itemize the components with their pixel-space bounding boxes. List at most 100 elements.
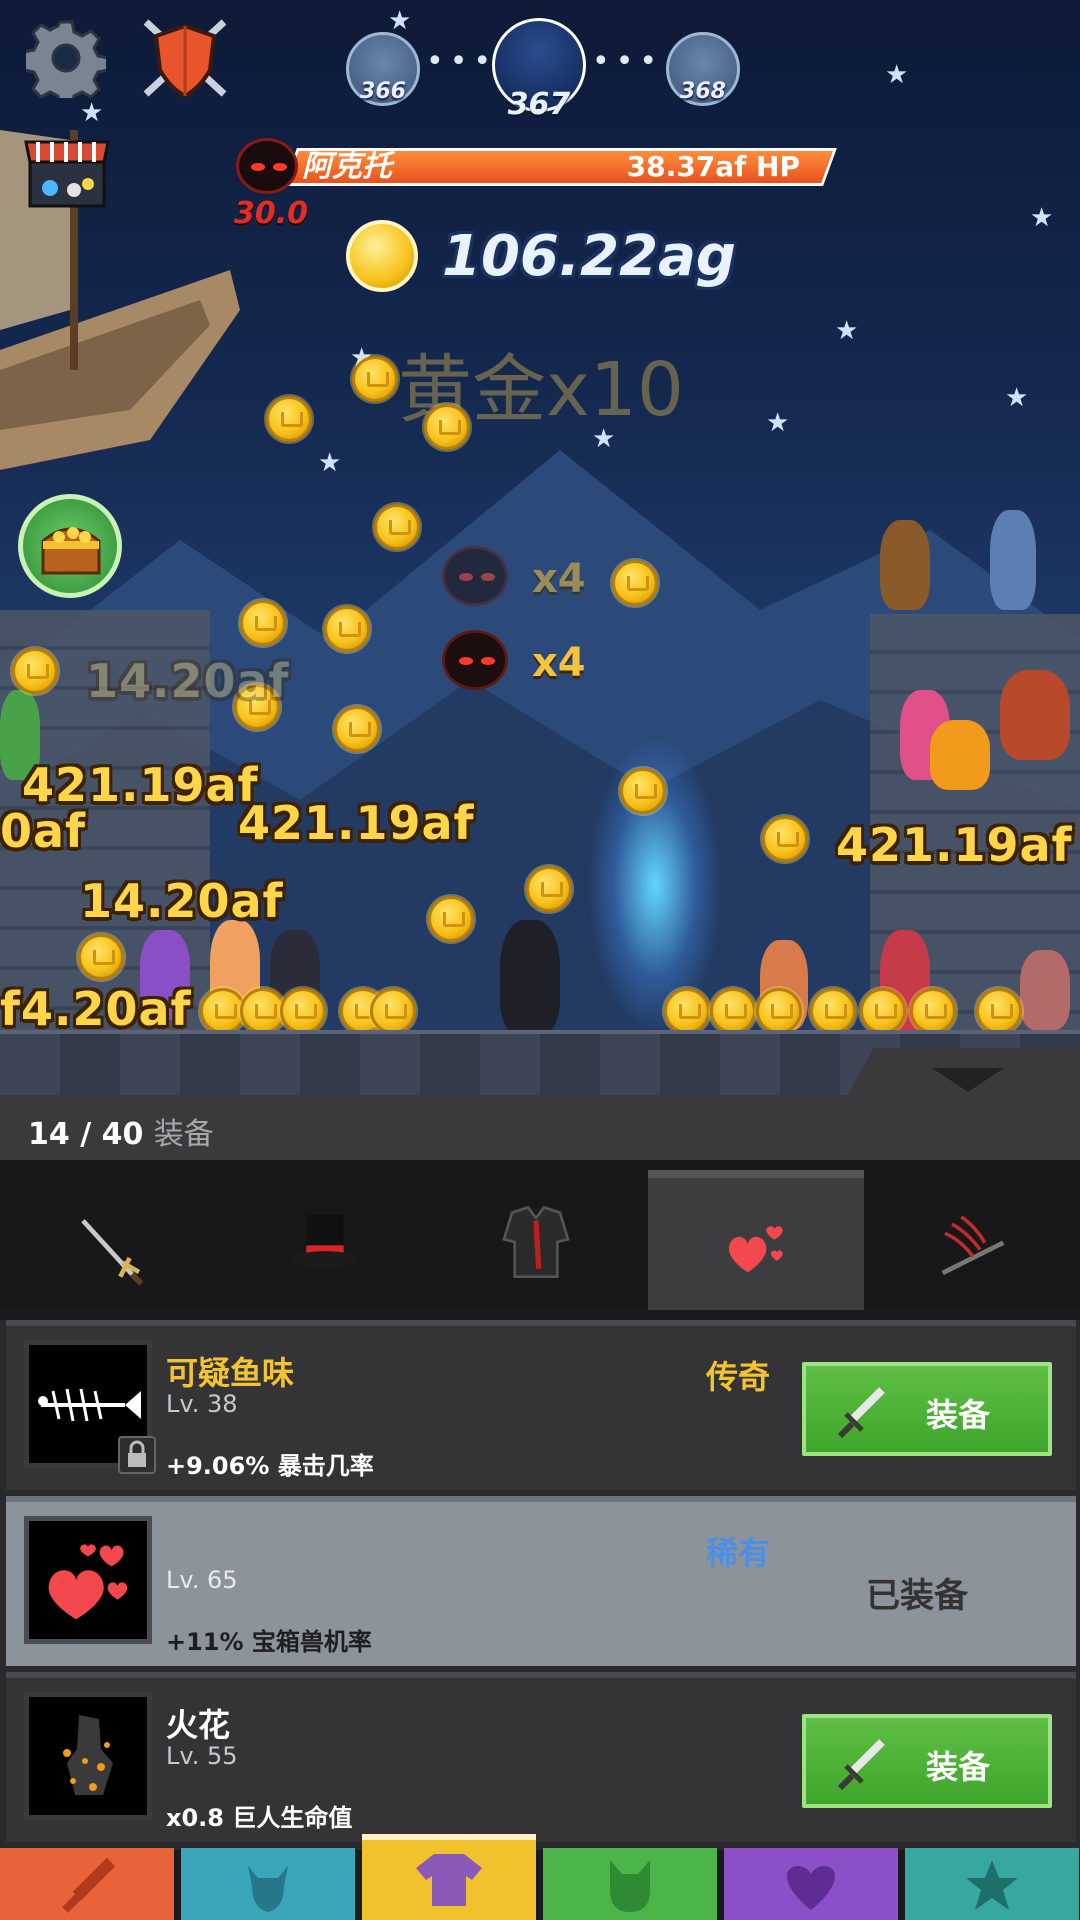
hat-icon xyxy=(292,1215,358,1268)
lock-icon xyxy=(118,1436,156,1474)
hearts-icon xyxy=(729,1226,783,1273)
stage-dots: ••• xyxy=(426,44,498,79)
gold-coin xyxy=(860,988,906,1034)
item-thumbnail xyxy=(24,1516,152,1644)
equip-button-label: 装备 xyxy=(926,1748,991,1786)
heart-wings-icon xyxy=(787,1865,835,1910)
hero xyxy=(1020,950,1070,1030)
sword-icon xyxy=(62,1857,116,1913)
equipment-row-equipped[interactable]: Lv. 65 +11% 宝箱兽机率 稀有 已装备 xyxy=(6,1496,1076,1666)
item-name: 可疑鱼味 xyxy=(166,1354,295,1392)
item-rarity: 传奇 xyxy=(706,1358,771,1396)
nav-sword[interactable] xyxy=(0,1848,174,1920)
knight-icon xyxy=(248,1866,288,1912)
hero xyxy=(990,510,1036,610)
tab-armor[interactable] xyxy=(432,1170,648,1310)
gold-coin xyxy=(370,988,416,1034)
hero xyxy=(1000,670,1070,760)
star-icon xyxy=(966,1860,1018,1910)
equipment-count: 14 / 40 装备 xyxy=(28,1109,214,1153)
armor-icon xyxy=(502,1205,570,1278)
stage-next[interactable]: 368 xyxy=(666,32,740,106)
gold-amount: 106.22ag xyxy=(442,224,736,289)
stage-dots: ••• xyxy=(592,44,664,79)
nav-equipment[interactable] xyxy=(362,1834,536,1920)
gold-coin xyxy=(762,816,808,862)
item-rarity: 稀有 xyxy=(706,1534,771,1572)
gold-coin xyxy=(612,560,658,606)
tab-hat[interactable] xyxy=(216,1170,432,1310)
sword-master xyxy=(500,920,560,1035)
gear-icon[interactable] xyxy=(26,18,106,98)
tab-hearts[interactable] xyxy=(648,1170,864,1310)
equipment-row[interactable]: 火花 Lv. 55 x0.8 巨人生命值 装备 xyxy=(6,1672,1076,1842)
demon-count: x4 xyxy=(532,640,586,686)
flame-blade-icon xyxy=(941,1215,1005,1276)
gold-coin xyxy=(428,896,474,942)
gold-coin xyxy=(78,934,124,980)
bottom-navigation xyxy=(0,1834,1080,1920)
gold-coin xyxy=(664,988,710,1034)
equipment-list[interactable]: 可疑鱼味 Lv. 38 +9.06% 暴击几率 传奇 装备 Lv. 65 +11… xyxy=(0,1320,1080,1850)
equipment-count-bar: 14 / 40 装备 xyxy=(0,1095,1080,1160)
item-thumbnail xyxy=(24,1692,152,1820)
damage-number: 0af xyxy=(0,804,87,858)
equip-button[interactable]: 装备 xyxy=(802,1714,1052,1808)
demon-counter-icon xyxy=(442,546,508,606)
damage-number: 421.19af xyxy=(238,796,475,850)
sword-icon xyxy=(837,1739,885,1791)
boss-name: 阿克托 xyxy=(302,149,392,184)
game-scene[interactable]: ★ ★ ★ ★ ★ ★ ★ ★ ★ ★ 366 ••• 367 ••• 368 xyxy=(0,0,1080,1095)
star: ★ xyxy=(835,316,859,346)
gold-coin xyxy=(352,356,398,402)
treasure-chest-button[interactable] xyxy=(18,494,122,598)
gold-coin xyxy=(710,988,756,1034)
gold-coin xyxy=(756,988,802,1034)
gold-coin xyxy=(374,504,420,550)
gold-coin xyxy=(266,396,312,442)
equipment-count-label: 装备 xyxy=(153,1117,214,1152)
star: ★ xyxy=(1030,203,1054,233)
gold-coin xyxy=(324,606,370,652)
item-stat: +9.06% 暴击几率 xyxy=(166,1452,374,1480)
gold-coin xyxy=(910,988,956,1034)
tab-sword[interactable] xyxy=(0,1170,216,1310)
gold-coin-icon xyxy=(346,220,418,292)
stage-prev[interactable]: 366 xyxy=(346,32,420,106)
equip-button-label: 装备 xyxy=(926,1396,991,1434)
sword-icon xyxy=(837,1387,885,1439)
shop-icon[interactable] xyxy=(24,132,110,212)
gold-coin xyxy=(424,404,470,450)
nav-relics[interactable] xyxy=(724,1848,898,1920)
gold-coin xyxy=(280,988,326,1034)
stage-next-number: 368 xyxy=(680,79,726,104)
shield-icon[interactable] xyxy=(140,16,230,100)
boss-timer: 30.0 xyxy=(234,196,309,231)
item-level: Lv. 55 xyxy=(166,1742,238,1770)
stage-current-number: 367 xyxy=(507,87,571,122)
gold-coin xyxy=(240,600,286,646)
shirt-icon xyxy=(416,1854,482,1906)
equip-button[interactable]: 装备 xyxy=(802,1362,1052,1456)
tab-flame-blade[interactable] xyxy=(864,1170,1080,1310)
equipment-count-value: 14 / 40 xyxy=(28,1117,144,1152)
star: ★ xyxy=(766,408,790,438)
treasure-chest-icon xyxy=(41,527,101,575)
stage-prev-number: 366 xyxy=(360,79,406,104)
star: ★ xyxy=(388,6,412,36)
nav-hero[interactable] xyxy=(181,1848,355,1920)
star: ★ xyxy=(885,60,909,90)
gold-coin xyxy=(12,648,58,694)
equipment-row[interactable]: 可疑鱼味 Lv. 38 +9.06% 暴击几率 传奇 装备 xyxy=(6,1320,1076,1490)
beast-icon xyxy=(610,1860,650,1912)
star: ★ xyxy=(318,448,342,478)
item-stat: x0.8 巨人生命值 xyxy=(166,1804,353,1832)
boss-portrait xyxy=(236,138,298,194)
boss-hp-value: 38.37af HP xyxy=(626,150,800,183)
spark-icon xyxy=(63,1715,113,1795)
damage-number: 14.20af xyxy=(80,874,284,928)
stage-current[interactable]: 367 xyxy=(492,18,586,122)
nav-achievements[interactable] xyxy=(905,1848,1079,1920)
item-level: Lv. 65 xyxy=(166,1566,238,1594)
nav-pets[interactable] xyxy=(543,1848,717,1920)
